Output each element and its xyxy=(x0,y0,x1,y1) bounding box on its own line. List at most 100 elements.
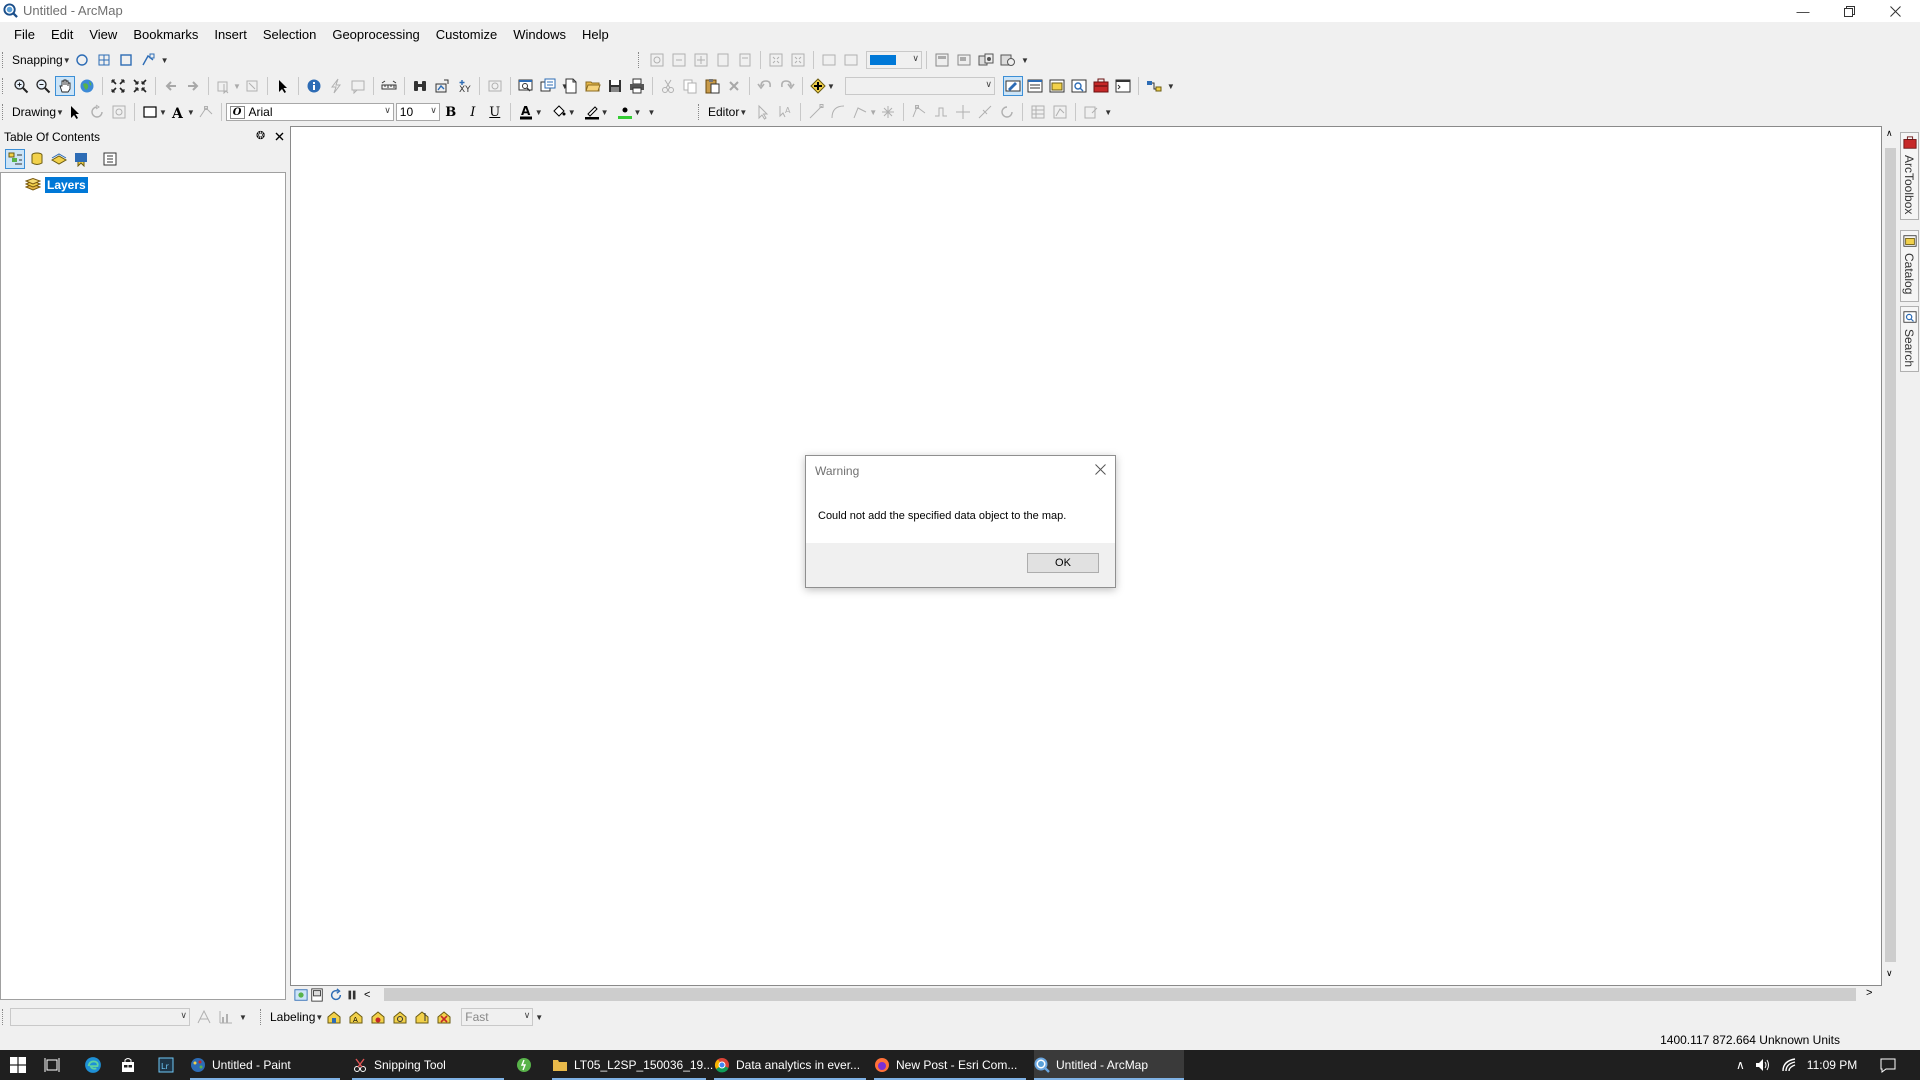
horizontal-scroll-thumb[interactable] xyxy=(384,988,1856,1001)
layers-data-frame[interactable]: Layers xyxy=(25,177,88,193)
restore-button[interactable] xyxy=(1826,0,1872,22)
chevron-down-icon[interactable]: ▼ xyxy=(535,108,543,117)
list-by-drawing-order-button[interactable] xyxy=(5,149,25,169)
close-window-button[interactable] xyxy=(1872,0,1918,22)
list-by-source-button[interactable] xyxy=(27,149,47,169)
menu-windows[interactable]: Windows xyxy=(505,22,574,48)
pause-drawing-button[interactable] xyxy=(345,988,359,1002)
catalog-window-button[interactable] xyxy=(1047,76,1067,96)
create-viewer-window-button[interactable] xyxy=(516,76,536,96)
identify-button[interactable] xyxy=(304,76,324,96)
toolbar-options-icon[interactable]: ▼ xyxy=(1167,82,1175,91)
menu-insert[interactable]: Insert xyxy=(206,22,255,48)
label-priority-button[interactable] xyxy=(412,1007,432,1027)
drawing-select-elements-button[interactable] xyxy=(65,102,85,122)
layer-selector-combo[interactable]: ∨ xyxy=(10,1008,190,1026)
menu-file[interactable]: File xyxy=(6,22,43,48)
taskbar-item-chrome[interactable]: Data analytics in ever... xyxy=(714,1050,866,1080)
end-snapping-button[interactable] xyxy=(94,50,114,70)
marker-color-button[interactable] xyxy=(615,102,635,122)
task-view-button[interactable] xyxy=(44,1050,60,1080)
wifi-icon[interactable] xyxy=(1781,1057,1797,1073)
menu-customize[interactable]: Customize xyxy=(428,22,505,48)
toolbar-options-icon[interactable]: ▼ xyxy=(647,108,655,117)
chevron-down-icon[interactable]: ▼ xyxy=(601,108,609,117)
focus-data-frame-button[interactable] xyxy=(954,50,974,70)
zoom-in-button[interactable] xyxy=(11,76,31,96)
store-taskbar-icon[interactable] xyxy=(120,1050,136,1080)
toolbar-grip[interactable] xyxy=(2,104,6,120)
pin-icon[interactable]: ❂ xyxy=(256,129,265,142)
vertex-snapping-button[interactable] xyxy=(116,50,136,70)
list-by-selection-button[interactable] xyxy=(71,149,91,169)
point-snapping-button[interactable] xyxy=(72,50,92,70)
menu-edit[interactable]: Edit xyxy=(43,22,81,48)
taskbar-item-firefox[interactable]: New Post - Esri Com... xyxy=(874,1050,1026,1080)
pause-labeling-button[interactable] xyxy=(368,1007,388,1027)
toolbar-grip[interactable] xyxy=(2,78,6,94)
toc-close-button[interactable] xyxy=(272,128,286,144)
labeling-menu[interactable]: Labeling xyxy=(268,1010,317,1024)
toc-options-button[interactable] xyxy=(100,149,120,169)
zoom-percent-combo[interactable]: ∨ xyxy=(866,51,922,69)
clock[interactable]: 11:09 PM xyxy=(1807,1058,1857,1072)
find-route-button[interactable] xyxy=(432,76,452,96)
drawing-menu[interactable]: Drawing xyxy=(10,105,58,119)
line-color-button[interactable] xyxy=(582,102,602,122)
font-color-button[interactable]: A xyxy=(516,102,536,122)
python-window-button[interactable] xyxy=(1113,76,1133,96)
new-document-button[interactable] xyxy=(561,76,581,96)
scroll-down-icon[interactable]: ∨ xyxy=(1886,968,1893,979)
map-scale-combo[interactable]: ∨ xyxy=(844,77,995,95)
italic-button[interactable]: I xyxy=(463,102,483,122)
taskbar-item-snipping-tool[interactable]: Snipping Tool xyxy=(352,1050,504,1080)
menu-selection[interactable]: Selection xyxy=(255,22,324,48)
fixed-zoom-in-button[interactable] xyxy=(108,76,128,96)
menu-bookmarks[interactable]: Bookmarks xyxy=(125,22,206,48)
toolbar-grip[interactable] xyxy=(260,1009,264,1025)
add-data-button[interactable] xyxy=(808,76,828,96)
chevron-down-icon[interactable]: ▼ xyxy=(159,108,167,117)
menu-help[interactable]: Help xyxy=(574,22,617,48)
pan-button[interactable] xyxy=(55,76,75,96)
full-extent-button[interactable] xyxy=(77,76,97,96)
scroll-right-icon[interactable]: > xyxy=(1866,987,1872,999)
bold-button[interactable]: B xyxy=(441,102,461,122)
volume-icon[interactable] xyxy=(1755,1057,1771,1073)
toolbar-options-icon[interactable]: ▼ xyxy=(535,1013,543,1022)
show-hidden-icons-chevron-icon[interactable]: ∧ xyxy=(1736,1058,1745,1072)
measure-button[interactable] xyxy=(379,76,399,96)
scroll-left-icon[interactable]: < xyxy=(364,989,370,1001)
toolbar-grip[interactable] xyxy=(638,52,642,68)
edge-snapping-button[interactable] xyxy=(138,50,158,70)
editor-toolbar-toggle-button[interactable] xyxy=(1002,76,1023,96)
start-button[interactable] xyxy=(10,1050,26,1080)
data-driven-pages-button[interactable] xyxy=(998,50,1018,70)
toolbar-options-icon[interactable]: ▼ xyxy=(1021,56,1029,65)
change-layout-button[interactable] xyxy=(976,50,996,70)
swipe-button[interactable] xyxy=(538,76,558,96)
search-window-button[interactable] xyxy=(1069,76,1089,96)
notification-center-button[interactable] xyxy=(1880,1050,1896,1080)
dock-tab-catalog[interactable]: Catalog xyxy=(1900,230,1919,302)
data-view-button[interactable] xyxy=(294,988,308,1002)
refresh-view-button[interactable] xyxy=(329,987,343,1002)
zoom-out-button[interactable] xyxy=(33,76,53,96)
map-vertical-scrollbar[interactable]: ∧ ∨ xyxy=(1882,126,1899,986)
rectangle-button[interactable] xyxy=(140,102,160,122)
lightroom-taskbar-icon[interactable]: Lr xyxy=(158,1050,174,1080)
vertical-scroll-thumb[interactable] xyxy=(1885,148,1896,962)
print-button[interactable] xyxy=(627,76,647,96)
chevron-down-icon[interactable]: ▼ xyxy=(827,82,835,91)
modelbuilder-button[interactable] xyxy=(1144,76,1164,96)
arctoolbox-window-button[interactable] xyxy=(1091,76,1111,96)
dock-tab-arctoolbox[interactable]: ArcToolbox xyxy=(1900,132,1919,220)
select-elements-button[interactable] xyxy=(273,76,293,96)
dialog-close-button[interactable] xyxy=(1091,460,1109,478)
snapping-dropdown[interactable]: Snapping xyxy=(10,53,65,67)
ok-button[interactable]: OK xyxy=(1027,553,1099,573)
layout-view-button[interactable] xyxy=(310,987,324,1002)
fill-color-button[interactable] xyxy=(549,102,569,122)
chevron-down-icon[interactable]: ▼ xyxy=(634,108,642,117)
toolbar-options-icon[interactable]: ▼ xyxy=(161,56,169,65)
